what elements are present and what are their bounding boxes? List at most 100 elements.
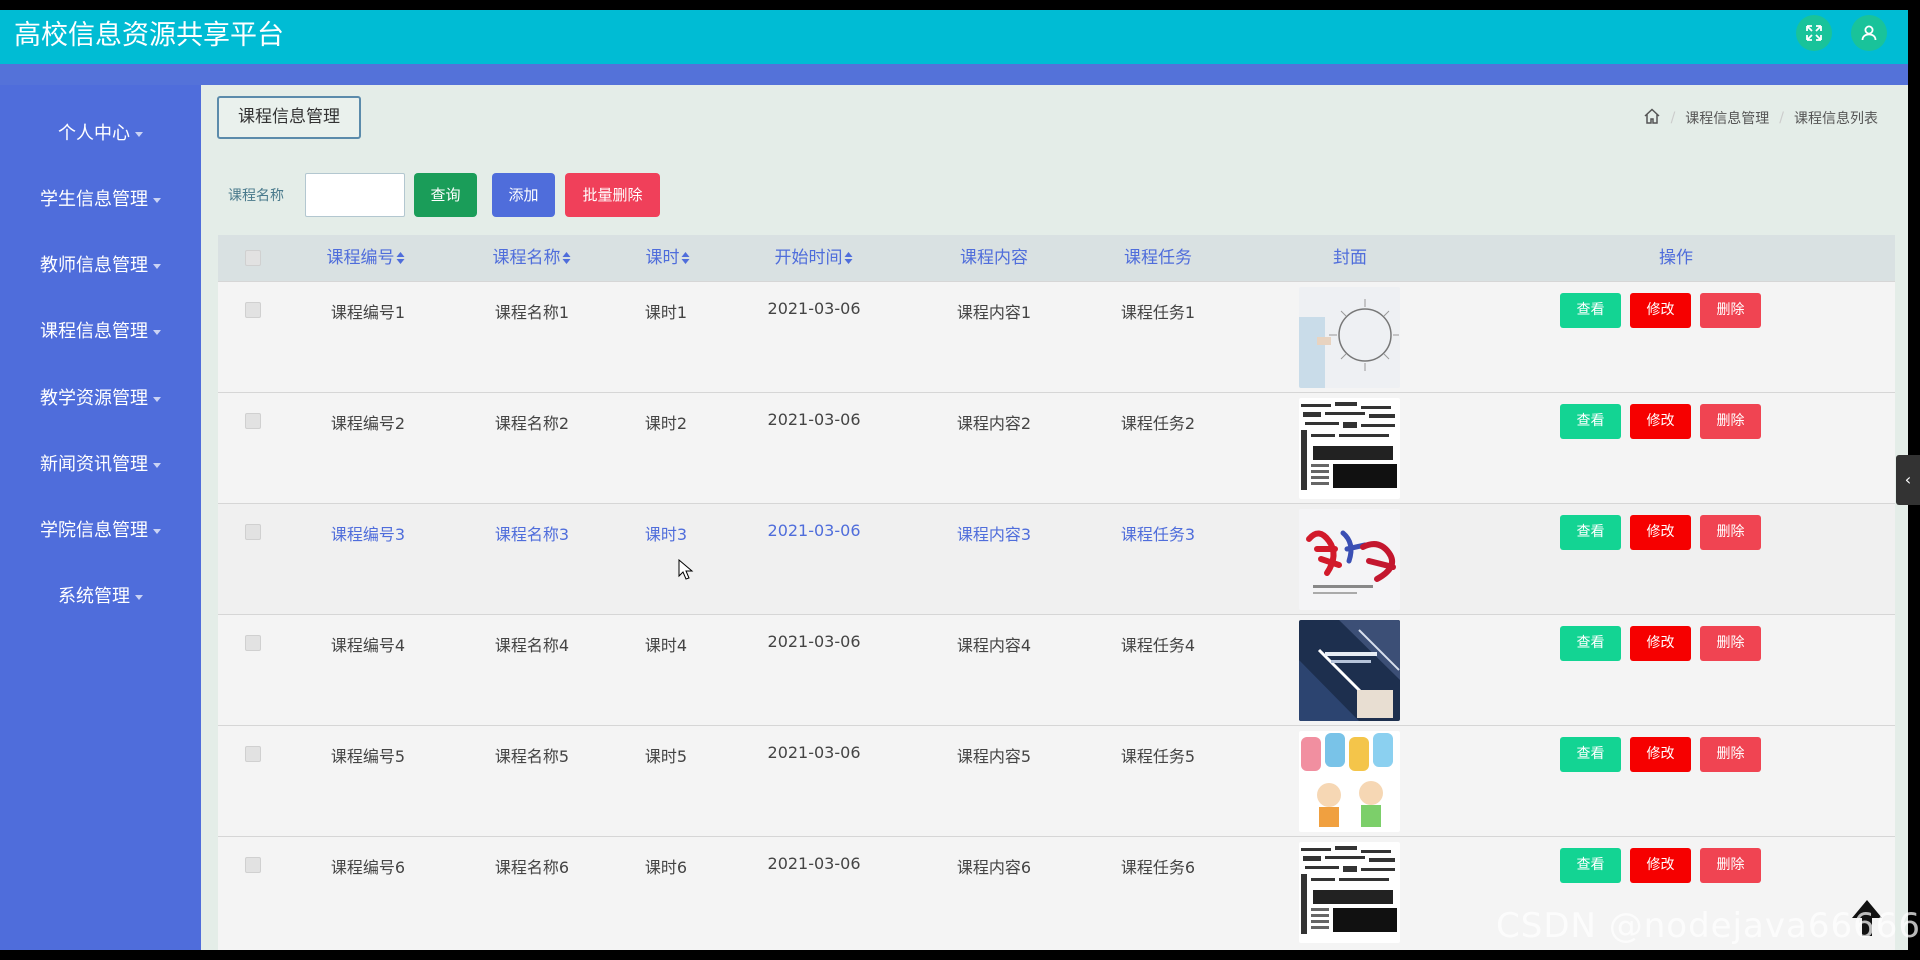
sidebar-item-label: 学院信息管理 xyxy=(40,520,148,541)
edit-button[interactable]: 修改 xyxy=(1630,626,1691,661)
column-header-task: 课程任务 xyxy=(1124,248,1192,268)
row-checkbox[interactable] xyxy=(245,857,261,873)
sort-icon[interactable] xyxy=(681,252,691,264)
column-header-start-time[interactable]: 开始时间 xyxy=(775,235,854,281)
cell-hours: 课时6 xyxy=(644,858,688,877)
sort-icon[interactable] xyxy=(396,252,406,264)
sidebar-item-teaching-resources[interactable]: 教学资源管理 xyxy=(0,384,201,414)
search-label: 课程名称 xyxy=(228,188,284,204)
sidebar-item-personal-center[interactable]: 个人中心 xyxy=(0,119,201,149)
cell-content: 课程内容3 xyxy=(956,525,1032,544)
cover-image xyxy=(1299,620,1400,721)
cell-code: 课程编号6 xyxy=(330,858,406,877)
cell-start-time: 2021-03-06 xyxy=(767,854,861,873)
delete-button[interactable]: 删除 xyxy=(1700,515,1761,550)
delete-button[interactable]: 删除 xyxy=(1700,404,1761,439)
user-icon[interactable] xyxy=(1851,15,1887,51)
cell-content: 课程内容2 xyxy=(956,414,1032,433)
column-header-cover: 封面 xyxy=(1333,248,1367,268)
sidebar-item-label: 学生信息管理 xyxy=(40,189,148,210)
cell-task: 课程任务5 xyxy=(1120,747,1196,766)
sidebar: 个人中心 学生信息管理 教师信息管理 课程信息管理 教学资源管理 新闻资讯管理 … xyxy=(0,85,201,950)
sidebar-item-students[interactable]: 学生信息管理 xyxy=(0,185,201,215)
tab-course-management[interactable]: 课程信息管理 xyxy=(217,96,361,139)
cell-hours: 课时3 xyxy=(644,525,688,544)
sidebar-item-colleges[interactable]: 学院信息管理 xyxy=(0,516,201,546)
batch-delete-button[interactable]: 批量删除 xyxy=(565,173,660,217)
view-button[interactable]: 查看 xyxy=(1560,737,1621,772)
sidebar-item-courses[interactable]: 课程信息管理 xyxy=(0,317,201,347)
search-input[interactable] xyxy=(305,173,405,217)
sort-icon[interactable] xyxy=(562,252,572,264)
edit-button[interactable]: 修改 xyxy=(1630,737,1691,772)
course-table: 课程编号 课程名称 课时 开始时间 课程内容 课程任务 封面 操作 课程编号1 … xyxy=(218,235,1895,950)
home-icon[interactable] xyxy=(1643,107,1661,129)
caret-down-icon xyxy=(135,131,143,137)
chevron-left-icon: ‹ xyxy=(1904,470,1912,489)
table-row: 课程编号3 课程名称3 课时3 2021-03-06 课程内容3 课程任务3 查… xyxy=(218,503,1895,614)
edit-button[interactable]: 修改 xyxy=(1630,515,1691,550)
view-button[interactable]: 查看 xyxy=(1560,848,1621,883)
sidebar-item-system[interactable]: 系统管理 xyxy=(0,582,201,612)
sort-icon[interactable] xyxy=(844,252,854,264)
breadcrumb: / 课程信息管理 / 课程信息列表 xyxy=(1643,107,1878,129)
sidebar-item-news[interactable]: 新闻资讯管理 xyxy=(0,450,201,480)
table-row: 课程编号5 课程名称5 课时5 2021-03-06 课程内容5 课程任务5 查… xyxy=(218,725,1895,836)
view-button[interactable]: 查看 xyxy=(1560,404,1621,439)
row-checkbox[interactable] xyxy=(245,635,261,651)
query-button[interactable]: 查询 xyxy=(414,173,477,217)
table-row: 课程编号1 课程名称1 课时1 2021-03-06 课程内容1 课程任务1 查… xyxy=(218,281,1895,392)
row-checkbox[interactable] xyxy=(245,746,261,762)
delete-button[interactable]: 删除 xyxy=(1700,293,1761,328)
caret-down-icon xyxy=(153,197,161,203)
cell-content: 课程内容1 xyxy=(956,303,1032,322)
table-row: 课程编号4 课程名称4 课时4 2021-03-06 课程内容4 课程任务4 查… xyxy=(218,614,1895,725)
row-checkbox[interactable] xyxy=(245,302,261,318)
cell-code: 课程编号2 xyxy=(330,414,406,433)
cell-hours: 课时4 xyxy=(644,636,688,655)
cell-start-time: 2021-03-06 xyxy=(767,743,861,762)
caret-down-icon xyxy=(153,462,161,468)
cover-image xyxy=(1299,398,1400,499)
column-header-code[interactable]: 课程编号 xyxy=(327,235,406,281)
cell-task: 课程任务4 xyxy=(1120,636,1196,655)
column-header-name[interactable]: 课程名称 xyxy=(493,235,572,281)
edit-button[interactable]: 修改 xyxy=(1630,293,1691,328)
cell-code: 课程编号4 xyxy=(330,636,406,655)
caret-down-icon xyxy=(153,263,161,269)
watermark: CSDN @nodejava666666 xyxy=(1496,906,1920,946)
cover-image xyxy=(1299,731,1400,832)
table-header: 课程编号 课程名称 课时 开始时间 课程内容 课程任务 封面 操作 xyxy=(218,235,1895,281)
select-all-checkbox[interactable] xyxy=(245,250,261,266)
cell-hours: 课时5 xyxy=(644,747,688,766)
sidebar-item-teachers[interactable]: 教师信息管理 xyxy=(0,251,201,281)
fullscreen-icon[interactable] xyxy=(1796,15,1832,51)
sidebar-item-label: 个人中心 xyxy=(58,123,130,144)
view-button[interactable]: 查看 xyxy=(1560,515,1621,550)
breadcrumb-item[interactable]: 课程信息管理 xyxy=(1685,108,1769,128)
caret-down-icon xyxy=(153,396,161,402)
delete-button[interactable]: 删除 xyxy=(1700,626,1761,661)
cell-name: 课程名称5 xyxy=(494,747,570,766)
header-accent-strip xyxy=(0,64,1908,85)
cell-code: 课程编号3 xyxy=(330,525,406,544)
delete-button[interactable]: 删除 xyxy=(1700,848,1761,883)
view-button[interactable]: 查看 xyxy=(1560,626,1621,661)
top-navbar: 高校信息资源共享平台 xyxy=(0,10,1908,64)
column-header-hours[interactable]: 课时 xyxy=(646,235,691,281)
add-button[interactable]: 添加 xyxy=(492,173,555,217)
collapse-panel-handle[interactable]: ‹ xyxy=(1896,455,1920,505)
edit-button[interactable]: 修改 xyxy=(1630,848,1691,883)
cell-start-time: 2021-03-06 xyxy=(767,299,861,318)
cell-content: 课程内容6 xyxy=(956,858,1032,877)
cell-code: 课程编号1 xyxy=(330,303,406,322)
delete-button[interactable]: 删除 xyxy=(1700,737,1761,772)
cell-name: 课程名称4 xyxy=(494,636,570,655)
table-row: 课程编号2 课程名称2 课时2 2021-03-06 课程内容2 课程任务2 查… xyxy=(218,392,1895,503)
cover-image xyxy=(1299,287,1400,388)
row-checkbox[interactable] xyxy=(245,413,261,429)
cell-code: 课程编号5 xyxy=(330,747,406,766)
edit-button[interactable]: 修改 xyxy=(1630,404,1691,439)
row-checkbox[interactable] xyxy=(245,524,261,540)
view-button[interactable]: 查看 xyxy=(1560,293,1621,328)
